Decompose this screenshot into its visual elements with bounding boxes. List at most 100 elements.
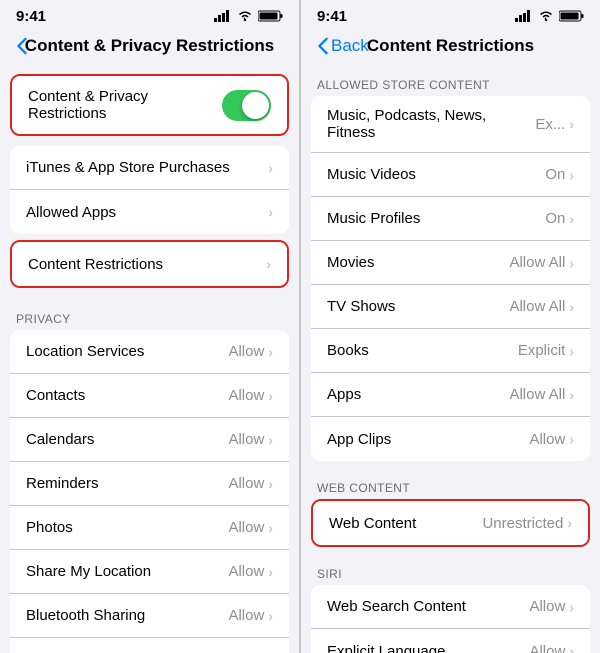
- share-location-chevron: ›: [268, 564, 273, 580]
- list-item-reminders[interactable]: Reminders Allow ›: [10, 462, 289, 506]
- toggle-row[interactable]: Content & Privacy Restrictions: [12, 76, 287, 134]
- nav-title-left: Content & Privacy Restrictions: [25, 36, 274, 56]
- reminders-label: Reminders: [26, 475, 99, 492]
- calendars-right: Allow ›: [228, 431, 273, 448]
- explicit-language-right: Allow ›: [529, 643, 574, 653]
- list-item-music-videos[interactable]: Music Videos On ›: [311, 153, 590, 197]
- wifi-icon-right: [538, 10, 554, 22]
- tv-shows-right: Allow All ›: [509, 298, 574, 315]
- siri-header: SIRI: [301, 557, 600, 585]
- music-videos-chevron: ›: [569, 167, 574, 183]
- tv-shows-value: Allow All: [509, 298, 565, 315]
- privacy-list-wrapper: Location Services Allow › Contacts Allow…: [10, 330, 289, 653]
- left-scroll: Content & Privacy Restrictions iTunes & …: [0, 68, 299, 653]
- app-clips-chevron: ›: [569, 431, 574, 447]
- toggle-knob: [242, 92, 269, 119]
- reminders-chevron: ›: [268, 476, 273, 492]
- app-clips-label: App Clips: [327, 431, 391, 448]
- books-right: Explicit ›: [518, 342, 574, 359]
- battery-icon-right: [559, 10, 584, 22]
- nav-title-right: Content Restrictions: [367, 36, 534, 56]
- status-icons-right: [515, 10, 584, 22]
- list-item-itunes[interactable]: iTunes & App Store Purchases ›: [10, 146, 289, 190]
- contacts-value: Allow: [228, 387, 264, 404]
- status-bar-right: 9:41: [301, 0, 600, 28]
- menu-group: iTunes & App Store Purchases › Allowed A…: [10, 146, 289, 234]
- list-item-app-clips[interactable]: App Clips Allow ›: [311, 417, 590, 461]
- photos-right: Allow ›: [228, 519, 273, 536]
- location-right: Allow ›: [228, 343, 273, 360]
- music-profiles-label: Music Profiles: [327, 210, 420, 227]
- list-item-tv-shows[interactable]: TV Shows Allow All ›: [311, 285, 590, 329]
- music-label: Music, Podcasts, News, Fitness: [327, 107, 535, 141]
- share-location-right: Allow ›: [228, 563, 273, 580]
- tv-shows-label: TV Shows: [327, 298, 395, 315]
- nav-bar-left: Content & Privacy Restrictions: [0, 28, 299, 68]
- books-label: Books: [327, 342, 369, 359]
- list-item-music-profiles[interactable]: Music Profiles On ›: [311, 197, 590, 241]
- explicit-language-chevron: ›: [569, 643, 574, 653]
- music-profiles-chevron: ›: [569, 211, 574, 227]
- siri-wrapper: Web Search Content Allow › Explicit Lang…: [311, 585, 590, 653]
- movies-value: Allow All: [509, 254, 565, 271]
- list-item-content-restrictions[interactable]: Content Restrictions ›: [12, 242, 287, 286]
- music-profiles-right: On ›: [545, 210, 574, 227]
- list-item-apps[interactable]: Apps Allow All ›: [311, 373, 590, 417]
- explicit-language-label: Explicit Language: [327, 643, 445, 653]
- allowed-apps-chevron: ›: [268, 204, 273, 220]
- music-videos-label: Music Videos: [327, 166, 416, 183]
- list-item-music[interactable]: Music, Podcasts, News, Fitness Ex... ›: [311, 96, 590, 153]
- back-chevron-right: [317, 37, 329, 55]
- music-videos-right: On ›: [545, 166, 574, 183]
- app-clips-value: Allow: [529, 431, 565, 448]
- list-item-web-content[interactable]: Web Content Unrestricted ›: [313, 501, 588, 545]
- siri-list-group: Web Search Content Allow › Explicit Lang…: [311, 585, 590, 653]
- list-item-allowed-apps[interactable]: Allowed Apps ›: [10, 190, 289, 234]
- location-value: Allow: [228, 343, 264, 360]
- list-item-contacts[interactable]: Contacts Allow ›: [10, 374, 289, 418]
- web-search-label: Web Search Content: [327, 598, 466, 615]
- allowed-store-header: ALLOWED STORE CONTENT: [301, 68, 600, 96]
- apps-value: Allow All: [509, 386, 565, 403]
- right-panel: 9:41: [300, 0, 600, 653]
- time-left: 9:41: [16, 8, 46, 25]
- share-location-label: Share My Location: [26, 563, 151, 580]
- bluetooth-chevron: ›: [268, 608, 273, 624]
- music-chevron: ›: [569, 116, 574, 132]
- list-item-books[interactable]: Books Explicit ›: [311, 329, 590, 373]
- music-profiles-value: On: [545, 210, 565, 227]
- bluetooth-right: Allow ›: [228, 607, 273, 624]
- web-content-value: Unrestricted: [482, 515, 563, 532]
- list-item-photos[interactable]: Photos Allow ›: [10, 506, 289, 550]
- back-button-right[interactable]: Back: [317, 36, 369, 56]
- toggle-switch[interactable]: [222, 90, 271, 121]
- list-item-location[interactable]: Location Services Allow ›: [10, 330, 289, 374]
- nav-bar-right: Back Content Restrictions: [301, 28, 600, 68]
- content-restrictions-label: Content Restrictions: [28, 256, 163, 273]
- books-chevron: ›: [569, 343, 574, 359]
- left-panel: 9:41: [0, 0, 300, 653]
- battery-icon: [258, 10, 283, 22]
- list-item-share-location[interactable]: Share My Location Allow ›: [10, 550, 289, 594]
- list-item-explicit-language[interactable]: Explicit Language Allow ›: [311, 629, 590, 653]
- bluetooth-label: Bluetooth Sharing: [26, 607, 145, 624]
- privacy-list-group: Location Services Allow › Contacts Allow…: [10, 330, 289, 653]
- allowed-store-wrapper: Music, Podcasts, News, Fitness Ex... › M…: [311, 96, 590, 461]
- web-search-value: Allow: [529, 598, 565, 615]
- list-item-web-search[interactable]: Web Search Content Allow ›: [311, 585, 590, 629]
- toggle-highlight-box: Content & Privacy Restrictions: [10, 74, 289, 136]
- signal-icon-right: [515, 10, 533, 22]
- web-content-highlight-box: Web Content Unrestricted ›: [311, 499, 590, 547]
- list-item-bluetooth[interactable]: Bluetooth Sharing Allow ›: [10, 594, 289, 638]
- list-item-microphone[interactable]: Microphone Allow ›: [10, 638, 289, 653]
- privacy-section: PRIVACY Location Services Allow › Contac…: [0, 296, 299, 653]
- photos-label: Photos: [26, 519, 73, 536]
- content-restrictions-right: ›: [266, 256, 271, 272]
- list-item-calendars[interactable]: Calendars Allow ›: [10, 418, 289, 462]
- calendars-label: Calendars: [26, 431, 94, 448]
- books-value: Explicit: [518, 342, 566, 359]
- apps-label: Apps: [327, 386, 361, 403]
- list-item-movies[interactable]: Movies Allow All ›: [311, 241, 590, 285]
- siri-section: SIRI Web Search Content Allow › Explicit…: [301, 557, 600, 653]
- privacy-header: PRIVACY: [0, 296, 299, 330]
